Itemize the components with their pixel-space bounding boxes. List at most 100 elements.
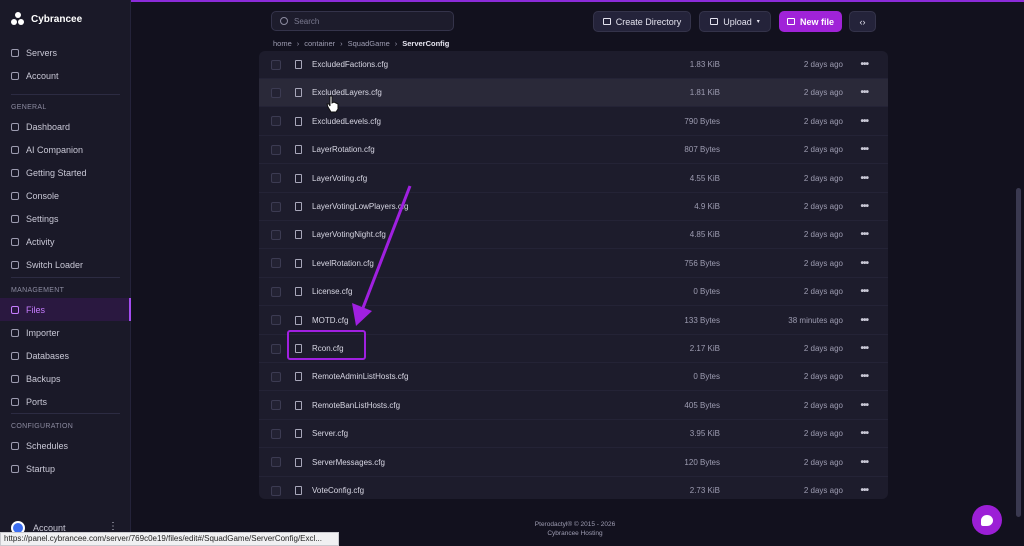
file-row[interactable]: VoteConfig.cfg 2.73 KiB 2 days ago ••• xyxy=(259,477,888,499)
file-name[interactable]: ExcludedFactions.cfg xyxy=(312,60,388,69)
file-actions-menu-icon[interactable]: ••• xyxy=(860,173,868,184)
create-directory-button[interactable]: Create Directory xyxy=(593,11,691,32)
sidebar-item-activity[interactable]: Activity xyxy=(0,230,131,253)
file-actions-menu-icon[interactable]: ••• xyxy=(860,485,868,496)
file-actions-menu-icon[interactable]: ••• xyxy=(860,400,868,411)
file-select-checkbox[interactable] xyxy=(271,116,281,127)
file-actions-menu-icon[interactable]: ••• xyxy=(860,343,868,354)
upload-button[interactable]: Upload ▾ xyxy=(699,11,771,32)
sidebar-item-servers[interactable]: Servers xyxy=(0,41,131,64)
file-name[interactable]: LayerVotingLowPlayers.cfg xyxy=(312,202,409,211)
chat-button[interactable] xyxy=(972,505,1002,535)
sidebar-item-files[interactable]: Files xyxy=(0,298,131,321)
file-modified: 2 days ago xyxy=(803,202,843,211)
sidebar-item-settings[interactable]: Settings xyxy=(0,207,131,230)
sidebar-item-label: Importer xyxy=(26,327,60,338)
file-row[interactable]: RemoteAdminListHosts.cfg 0 Bytes 2 days ag… xyxy=(259,363,888,392)
file-row[interactable]: ExcludedFactions.cfg 1.83 KiB 2 days ago ••… xyxy=(259,51,888,79)
sidebar-item-databases[interactable]: Databases xyxy=(0,344,131,367)
brand[interactable]: Cybrancee xyxy=(11,12,82,26)
file-size: 3.95 KiB xyxy=(689,429,720,439)
file-name[interactable]: LayerRotation.cfg xyxy=(312,145,375,154)
file-row[interactable]: LayerVotingLowPlayers.cfg 4.9 KiB 2 days a… xyxy=(259,193,888,221)
sidebar-item-label: Files xyxy=(26,304,46,315)
page-scrollbar[interactable] xyxy=(1016,188,1021,517)
file-name[interactable]: VoteConfig.cfg xyxy=(312,486,364,495)
breadcrumb-item[interactable]: SquadGame xyxy=(348,39,390,48)
file-name[interactable]: LevelRotation.cfg xyxy=(312,259,374,268)
file-select-checkbox[interactable] xyxy=(271,144,281,155)
file-select-checkbox[interactable] xyxy=(271,201,281,212)
sidebar-item-dashboard[interactable]: Dashboard xyxy=(0,115,131,138)
file-select-checkbox[interactable] xyxy=(271,87,281,98)
file-row[interactable]: LayerVotingNight.cfg 4.85 KiB 2 days ago ••… xyxy=(259,221,888,250)
file-actions-menu-icon[interactable]: ••• xyxy=(860,371,868,382)
file-name[interactable]: LayerVoting.cfg xyxy=(312,174,367,183)
import-icon xyxy=(11,328,19,337)
file-select-checkbox[interactable] xyxy=(271,343,281,354)
file-row[interactable]: License.cfg 0 Bytes 2 days ago ••• xyxy=(259,278,888,307)
file-select-checkbox[interactable] xyxy=(271,400,281,411)
file-select-checkbox[interactable] xyxy=(271,173,281,184)
sidebar-item-importer[interactable]: Importer xyxy=(0,321,131,344)
file-actions-menu-icon[interactable]: ••• xyxy=(860,428,868,439)
file-name[interactable]: RemoteAdminListHosts.cfg xyxy=(312,372,408,381)
file-row[interactable]: ExcludedLevels.cfg 790 Bytes 2 days ago ••• xyxy=(259,108,888,136)
file-row[interactable]: RemoteBanListHosts.cfg 405 Bytes 2 days ag… xyxy=(259,392,888,420)
file-row[interactable]: Server.cfg 3.95 KiB 2 days ago ••• xyxy=(259,420,888,449)
file-name[interactable]: MOTD.cfg xyxy=(312,316,348,325)
file-name[interactable]: ExcludedLevels.cfg xyxy=(312,117,381,126)
file-row[interactable]: ServerMessages.cfg 120 Bytes 2 days ago ••• xyxy=(259,449,888,477)
file-actions-menu-icon[interactable]: ••• xyxy=(860,59,868,70)
file-actions-menu-icon[interactable]: ••• xyxy=(860,286,868,297)
sidebar-item-label: Console xyxy=(26,190,60,201)
file-name[interactable]: LayerVotingNight.cfg xyxy=(312,230,386,239)
file-select-checkbox[interactable] xyxy=(271,315,281,326)
sidebar-item-account[interactable]: Account xyxy=(0,64,131,87)
file-actions-menu-icon[interactable]: ••• xyxy=(860,116,868,127)
breadcrumb-item[interactable]: home xyxy=(273,39,292,48)
file-select-checkbox[interactable] xyxy=(271,286,281,297)
footer-copyright: Pterodactyl® © 2015 - 2026 xyxy=(534,521,616,528)
file-row[interactable]: ExcludedLayers.cfg 1.81 KiB 2 days ago ••• xyxy=(259,79,888,108)
file-row[interactable]: LayerVoting.cfg 4.55 KiB 2 days ago ••• xyxy=(259,165,888,193)
file-size: 133 Bytes xyxy=(684,315,720,325)
account-menu-icon[interactable]: ⋮ xyxy=(108,521,118,532)
sidebar-item-startup[interactable]: Startup xyxy=(0,457,131,480)
file-name[interactable]: RemoteBanListHosts.cfg xyxy=(312,401,400,410)
file-select-checkbox[interactable] xyxy=(271,485,281,496)
file-actions-menu-icon[interactable]: ••• xyxy=(860,229,868,240)
file-select-checkbox[interactable] xyxy=(271,258,281,269)
file-select-checkbox[interactable] xyxy=(271,371,281,382)
code-view-button[interactable]: ‹› xyxy=(849,11,876,32)
file-icon xyxy=(295,287,302,297)
sidebar-item-getting-started[interactable]: Getting Started xyxy=(0,161,131,184)
file-row[interactable]: LevelRotation.cfg 756 Bytes 2 days ago ••• xyxy=(259,250,888,278)
file-select-checkbox[interactable] xyxy=(271,229,281,240)
sidebar-item-ports[interactable]: Ports xyxy=(0,390,131,413)
file-actions-menu-icon[interactable]: ••• xyxy=(860,201,868,212)
file-select-checkbox[interactable] xyxy=(271,428,281,439)
sidebar-item-schedules[interactable]: Schedules xyxy=(0,434,131,457)
file-actions-menu-icon[interactable]: ••• xyxy=(860,87,868,98)
file-name[interactable]: Server.cfg xyxy=(312,429,348,438)
file-name[interactable]: ServerMessages.cfg xyxy=(312,458,385,467)
file-actions-menu-icon[interactable]: ••• xyxy=(860,258,868,269)
sidebar-item-switch-loader[interactable]: Switch Loader xyxy=(0,253,131,276)
file-list: ExcludedFactions.cfg 1.83 KiB 2 days ago ••… xyxy=(259,51,888,499)
file-name[interactable]: ExcludedLayers.cfg xyxy=(312,88,382,97)
breadcrumb-item[interactable]: container xyxy=(304,39,335,48)
file-name[interactable]: License.cfg xyxy=(312,287,352,296)
sidebar-item-console[interactable]: Console xyxy=(0,184,131,207)
new-file-button[interactable]: New file xyxy=(779,11,842,32)
sidebar-item-backups[interactable]: Backups xyxy=(0,367,131,390)
calendar-icon xyxy=(11,441,19,450)
file-select-checkbox[interactable] xyxy=(271,457,281,468)
file-row[interactable]: LayerRotation.cfg 807 Bytes 2 days ago ••• xyxy=(259,136,888,165)
file-actions-menu-icon[interactable]: ••• xyxy=(860,457,868,468)
file-select-checkbox[interactable] xyxy=(271,59,281,70)
sidebar-item-ai-companion[interactable]: AI Companion xyxy=(0,138,131,161)
file-actions-menu-icon[interactable]: ••• xyxy=(860,144,868,155)
file-actions-menu-icon[interactable]: ••• xyxy=(860,315,868,326)
search-input[interactable]: Search xyxy=(271,11,454,31)
